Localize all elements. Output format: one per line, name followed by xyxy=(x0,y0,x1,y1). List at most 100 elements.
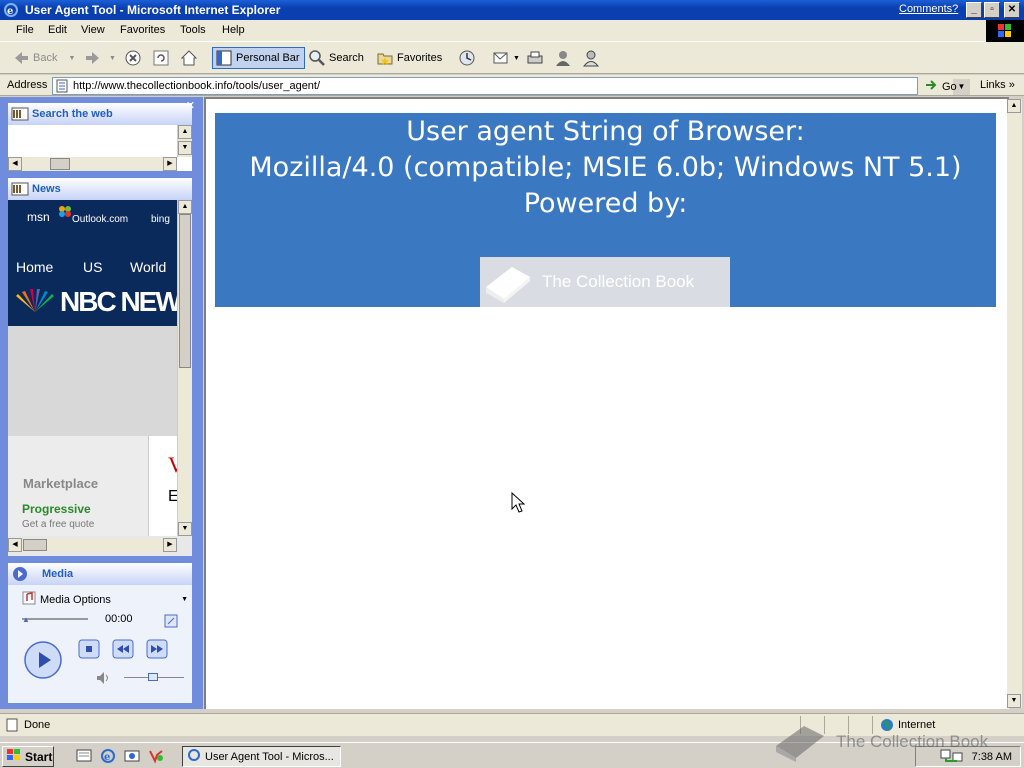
menu-view[interactable]: View xyxy=(81,24,105,36)
users-icon xyxy=(554,49,572,67)
home-icon xyxy=(180,49,198,67)
forward-dropdown-icon[interactable]: ▼ xyxy=(109,55,116,62)
news-blank-area xyxy=(8,326,177,436)
media-icon xyxy=(11,566,29,582)
menu-edit[interactable]: Edit xyxy=(48,24,67,36)
msn-butterfly-icon xyxy=(58,204,72,221)
news-vscroll[interactable]: ▲ ▼ xyxy=(177,200,192,536)
menu-tools[interactable]: Tools xyxy=(180,24,206,36)
mail-dropdown-icon[interactable]: ▼ xyxy=(513,55,520,62)
quicklaunch-messenger-icon[interactable] xyxy=(148,748,164,767)
search-section-icon xyxy=(11,106,29,122)
personal-bar-icon xyxy=(215,49,233,67)
logo-text: The Collection Book xyxy=(542,272,695,291)
address-url: http://www.thecollectionbook.info/tools/… xyxy=(73,80,321,92)
home-button[interactable] xyxy=(180,47,198,69)
print-icon xyxy=(526,49,544,67)
bing-link[interactable]: bing xyxy=(151,214,170,225)
media-options-dropdown[interactable]: Media Options ▼ xyxy=(22,591,188,608)
maximize-button[interactable]: ▫ xyxy=(984,2,1000,18)
news-hscroll[interactable]: ◀ ▶ xyxy=(8,538,177,552)
side-ad[interactable]: V E xyxy=(148,436,184,536)
volume-icon[interactable] xyxy=(96,671,112,688)
play-button[interactable] xyxy=(24,641,62,682)
music-note-icon xyxy=(22,591,36,608)
back-arrow-icon xyxy=(12,49,30,67)
rewind-button[interactable] xyxy=(112,639,134,662)
contact-button[interactable] xyxy=(582,47,600,69)
stop-button[interactable] xyxy=(124,47,142,69)
links-button[interactable]: Links » xyxy=(980,79,1015,91)
history-icon xyxy=(458,49,476,67)
back-dropdown-icon[interactable]: ▼ xyxy=(68,55,75,62)
quicklaunch-outlook-icon[interactable] xyxy=(124,748,140,767)
news-frame[interactable]: msn Outlook.com bing Home US World NBC N… xyxy=(8,200,177,326)
marketplace-label: Marketplace xyxy=(23,476,99,491)
news-section-icon xyxy=(11,181,29,197)
media-options-chevron-icon: ▼ xyxy=(181,596,188,603)
stop-icon xyxy=(124,49,142,67)
powered-by-label: Powered by: xyxy=(523,188,688,219)
personal-bar-button[interactable]: Personal Bar xyxy=(212,47,305,69)
seek-thumb[interactable]: ▲ xyxy=(22,615,30,624)
toolbar: Back ▼ ▼ Personal Bar Search Favorites ▼ xyxy=(0,42,1024,74)
menu-help[interactable]: Help xyxy=(222,24,245,36)
outlook-link[interactable]: Outlook.com xyxy=(72,214,128,225)
back-button[interactable]: Back ▼ xyxy=(12,47,75,69)
search-section-header[interactable]: Search the web xyxy=(8,103,192,125)
volume-thumb[interactable] xyxy=(148,673,158,681)
mail-button[interactable]: ▼ xyxy=(492,47,520,69)
menu-file[interactable]: File xyxy=(16,24,34,36)
search-button[interactable]: Search xyxy=(308,47,364,69)
watermark: The Collection Book xyxy=(772,716,988,767)
go-button[interactable]: Go xyxy=(925,79,957,94)
search-vscroll[interactable]: ▲ ▼ xyxy=(177,125,192,157)
title-bar[interactable]: e User Agent Tool - Microsoft Internet E… xyxy=(0,0,1024,20)
media-time: 00:00 xyxy=(105,613,133,625)
person-icon xyxy=(582,49,600,67)
page-icon xyxy=(55,79,69,96)
go-arrow-icon xyxy=(925,79,939,94)
start-button[interactable]: Start xyxy=(2,746,54,767)
mail-icon xyxy=(492,49,510,67)
nav-us[interactable]: US xyxy=(83,259,102,275)
favorites-button[interactable]: Favorites xyxy=(376,47,442,69)
comments-link[interactable]: Comments? xyxy=(899,3,958,15)
nbc-peacock-icon xyxy=(12,288,58,317)
media-fullscreen-icon[interactable] xyxy=(164,614,178,631)
menu-favorites[interactable]: Favorites xyxy=(120,24,165,36)
search-hscroll[interactable]: ◀ ▶ xyxy=(8,157,177,171)
forward-button[interactable]: ▼ xyxy=(84,47,116,69)
status-page-icon xyxy=(5,718,19,735)
personal-bar-panel: ✕ Search the web ▲▼ ◀ ▶ News msn Outlook… xyxy=(0,97,203,709)
history-button[interactable] xyxy=(458,47,476,69)
news-section-header[interactable]: News xyxy=(8,178,192,200)
stop-media-button[interactable] xyxy=(78,639,100,662)
nbc-news-logo: NBC NEW xyxy=(60,286,177,317)
user-agent-heading: User agent String of Browser: xyxy=(406,116,805,147)
minimize-button[interactable]: _ xyxy=(966,2,982,18)
collection-book-logo[interactable]: The Collection Book xyxy=(480,257,730,307)
ad-title[interactable]: Progressive xyxy=(22,502,91,516)
taskbar-ie-window[interactable]: User Agent Tool - Micros... xyxy=(182,746,341,767)
fast-forward-button[interactable] xyxy=(146,639,168,662)
ie-icon: e xyxy=(3,2,19,18)
nav-world[interactable]: World xyxy=(130,259,166,275)
show-desktop-icon[interactable] xyxy=(76,748,92,767)
nav-home[interactable]: Home xyxy=(16,259,53,275)
main-vscroll[interactable]: ▲ ▼ xyxy=(1007,99,1022,708)
media-section-header[interactable]: Media xyxy=(8,563,192,585)
forward-arrow-icon xyxy=(84,49,102,67)
marketplace-ad[interactable]: Marketplace Progressive Get a free quote xyxy=(8,436,148,536)
address-bar: Address http://www.thecollectionbook.inf… xyxy=(0,75,1024,96)
close-button[interactable]: ✕ xyxy=(1004,2,1020,18)
messenger-button[interactable] xyxy=(554,47,572,69)
search-icon xyxy=(308,49,326,67)
address-input[interactable]: http://www.thecollectionbook.info/tools/… xyxy=(52,77,970,96)
favorites-folder-icon xyxy=(376,49,394,67)
windows-logo-icon xyxy=(986,20,1024,42)
quicklaunch-ie-icon[interactable]: e xyxy=(100,748,116,767)
refresh-button[interactable] xyxy=(152,47,170,69)
media-seek-slider[interactable] xyxy=(22,618,88,620)
print-button[interactable] xyxy=(526,47,544,69)
